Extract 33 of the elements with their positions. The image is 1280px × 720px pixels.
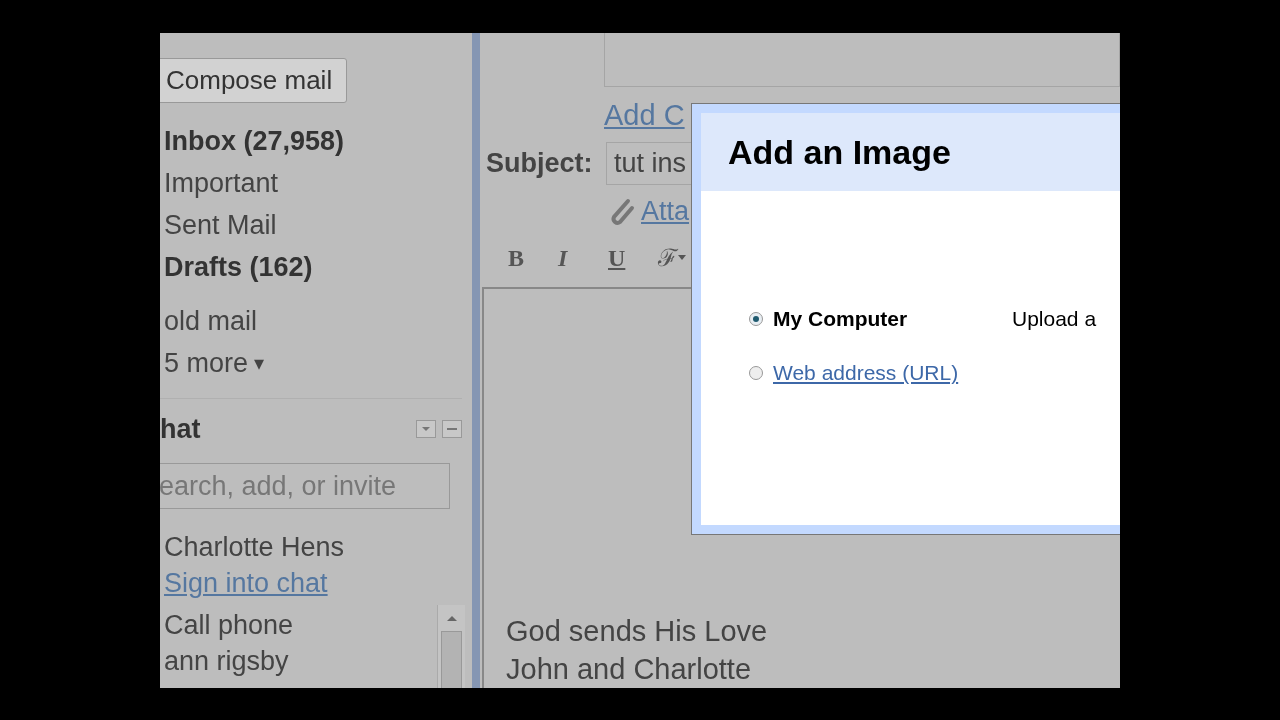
body-text: God sends His Love (506, 614, 769, 648)
caret-icon[interactable]: ▾ (254, 348, 265, 378)
folder-link[interactable]: Drafts (162) (164, 246, 472, 288)
url-option-link[interactable]: Web address (URL) (773, 357, 959, 389)
dropdown-icon[interactable] (416, 420, 436, 438)
radio-button[interactable] (749, 312, 763, 326)
folder-link[interactable]: old mail (164, 300, 472, 342)
folder-link[interactable]: Inbox (27,958) (164, 120, 472, 162)
option-description: Upload a (1012, 306, 1097, 333)
recipient-field[interactable] (604, 33, 1120, 87)
more-link[interactable]: 5 more (164, 342, 249, 384)
folder-link[interactable]: Sent Mail (164, 204, 472, 246)
chat-user-name: Charlotte Hens (164, 531, 346, 563)
chat-heading: hat (160, 412, 201, 446)
radio-button[interactable] (749, 366, 763, 380)
minimize-icon[interactable] (442, 420, 462, 438)
italic-button[interactable]: I (558, 239, 578, 276)
scroll-up-icon[interactable] (445, 614, 458, 622)
search-field[interactable]: earch, add, or invite (160, 463, 450, 509)
chat-contact[interactable]: ann rigsby (164, 641, 472, 677)
option-label[interactable]: My Computer (773, 303, 1012, 335)
compose-button[interactable]: Compose mail (160, 58, 348, 103)
caret-icon[interactable] (678, 255, 686, 260)
bold-button[interactable]: B (508, 239, 528, 276)
folder-link[interactable]: Important (164, 162, 472, 204)
paperclip-icon[interactable] (608, 196, 636, 227)
scrollbar[interactable] (437, 605, 465, 688)
underline-button[interactable]: U (608, 239, 628, 276)
body-text: John and Charlotte (506, 652, 753, 686)
subject-label: Subject: (486, 146, 594, 180)
chat-contact[interactable]: Call phone (164, 605, 472, 641)
dialog-title: Add an Image (728, 131, 951, 173)
font-button[interactable]: ℱ (658, 239, 692, 276)
